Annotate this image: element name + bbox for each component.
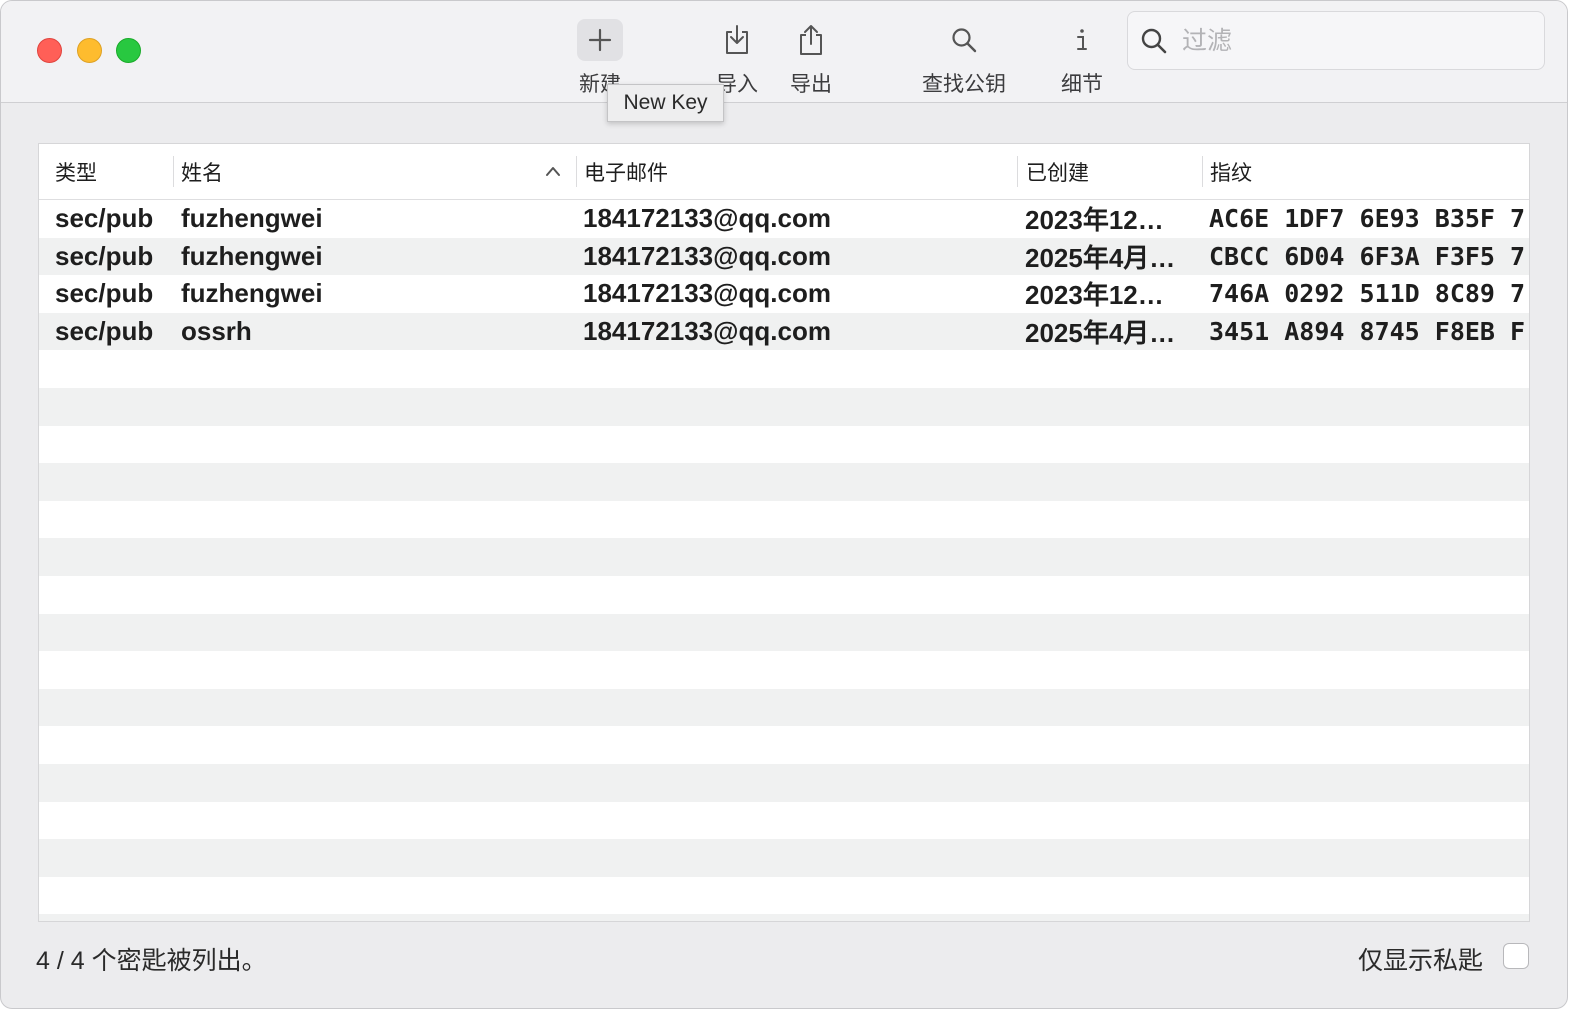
cell-created: 2025年4月… <box>1025 318 1176 349</box>
empty-row <box>39 877 1529 915</box>
column-header-fingerprint[interactable]: 指纹 <box>1210 144 1252 199</box>
empty-row <box>39 763 1529 802</box>
cell-type: sec/pub <box>55 316 154 347</box>
empty-row <box>39 651 1529 689</box>
empty-row <box>39 350 1529 388</box>
cell-type: sec/pub <box>55 278 154 309</box>
details-button[interactable]: 细节 <box>1059 19 1105 98</box>
column-header-name[interactable]: 姓名 <box>181 144 223 199</box>
table-row[interactable]: sec/pub ossrh 184172133@qq.com 2025年4月… … <box>39 312 1529 351</box>
maximize-window-button[interactable] <box>116 38 141 63</box>
filter-search <box>1127 11 1545 70</box>
plus-icon <box>577 19 623 61</box>
cell-email: 184172133@qq.com <box>583 316 831 347</box>
export-button[interactable]: 导出 <box>788 19 834 98</box>
column-header-type[interactable]: 类型 <box>55 144 97 199</box>
column-divider[interactable] <box>1017 156 1018 187</box>
table-row[interactable]: sec/pub fuzhengwei 184172133@qq.com 2025… <box>39 237 1529 276</box>
share-icon <box>788 19 834 61</box>
cell-fingerprint: 746A 0292 511D 8C89 7 <box>1209 279 1526 309</box>
table-body: sec/pub fuzhengwei 184172133@qq.com 2023… <box>39 200 1529 921</box>
column-divider[interactable] <box>1202 156 1203 187</box>
empty-row <box>39 914 1529 921</box>
key-count-status: 4 / 4 个密匙被列出。 <box>36 947 267 975</box>
find-public-key-button[interactable]: 查找公钥 <box>922 19 1006 98</box>
empty-row <box>39 839 1529 877</box>
keys-table: 类型 姓名 电子邮件 已创建 指纹 sec/pub fuzhengwei 184… <box>38 143 1530 922</box>
private-only-checkbox[interactable] <box>1503 943 1529 969</box>
cell-fingerprint: 3451 A894 8745 F8EB F <box>1209 317 1526 347</box>
empty-row <box>39 463 1529 501</box>
empty-row <box>39 576 1529 614</box>
cell-fingerprint: CBCC 6D04 6F3A F3F5 7 <box>1209 241 1526 271</box>
table-header: 类型 姓名 电子邮件 已创建 指纹 <box>39 144 1529 200</box>
empty-row <box>39 538 1529 576</box>
cell-email: 184172133@qq.com <box>583 203 831 234</box>
app-window: 新建 导入 导出 查找公钥 细节 过滤 类型 姓名 电子邮件 已创建 指纹 se… <box>0 0 1568 1009</box>
cell-email: 184172133@qq.com <box>583 278 831 309</box>
column-divider[interactable] <box>576 156 577 187</box>
cell-email: 184172133@qq.com <box>583 240 831 271</box>
info-icon <box>1059 19 1105 61</box>
cell-name: fuzhengwei <box>181 278 323 309</box>
close-window-button[interactable] <box>37 38 62 63</box>
cell-name: fuzhengwei <box>181 240 323 271</box>
import-icon <box>714 19 760 61</box>
sort-ascending-icon <box>545 164 561 182</box>
find-public-key-label: 查找公钥 <box>922 73 1006 96</box>
empty-row <box>39 802 1529 840</box>
minimize-window-button[interactable] <box>77 38 102 63</box>
cell-name: ossrh <box>181 316 252 347</box>
empty-row <box>39 501 1529 539</box>
empty-row <box>39 688 1529 727</box>
private-only-label: 仅显示私匙 <box>1358 947 1484 975</box>
toolbar: 新建 导入 导出 查找公钥 细节 <box>1 1 1567 103</box>
filter-input[interactable] <box>1180 22 1524 60</box>
column-header-created[interactable]: 已创建 <box>1026 144 1089 199</box>
cell-type: sec/pub <box>55 203 154 234</box>
search-icon <box>1140 27 1168 60</box>
column-header-email[interactable]: 电子邮件 <box>584 144 668 199</box>
details-label: 细节 <box>1061 73 1103 96</box>
cell-name: fuzhengwei <box>181 203 323 234</box>
cell-created: 2023年12… <box>1025 280 1164 311</box>
cell-type: sec/pub <box>55 240 154 271</box>
cell-created: 2025年4月… <box>1025 242 1176 273</box>
column-divider[interactable] <box>173 156 174 187</box>
empty-row <box>39 613 1529 652</box>
cell-fingerprint: AC6E 1DF7 6E93 B35F 7 <box>1209 204 1526 234</box>
empty-row <box>39 387 1529 426</box>
magnifier-icon <box>941 19 987 61</box>
cell-created: 2023年12… <box>1025 205 1164 236</box>
table-row[interactable]: sec/pub fuzhengwei 184172133@qq.com 2023… <box>39 200 1529 238</box>
table-row[interactable]: sec/pub fuzhengwei 184172133@qq.com 2023… <box>39 275 1529 313</box>
tooltip: New Key <box>607 84 724 122</box>
empty-row <box>39 726 1529 764</box>
empty-row <box>39 426 1529 464</box>
export-label: 导出 <box>790 73 832 96</box>
